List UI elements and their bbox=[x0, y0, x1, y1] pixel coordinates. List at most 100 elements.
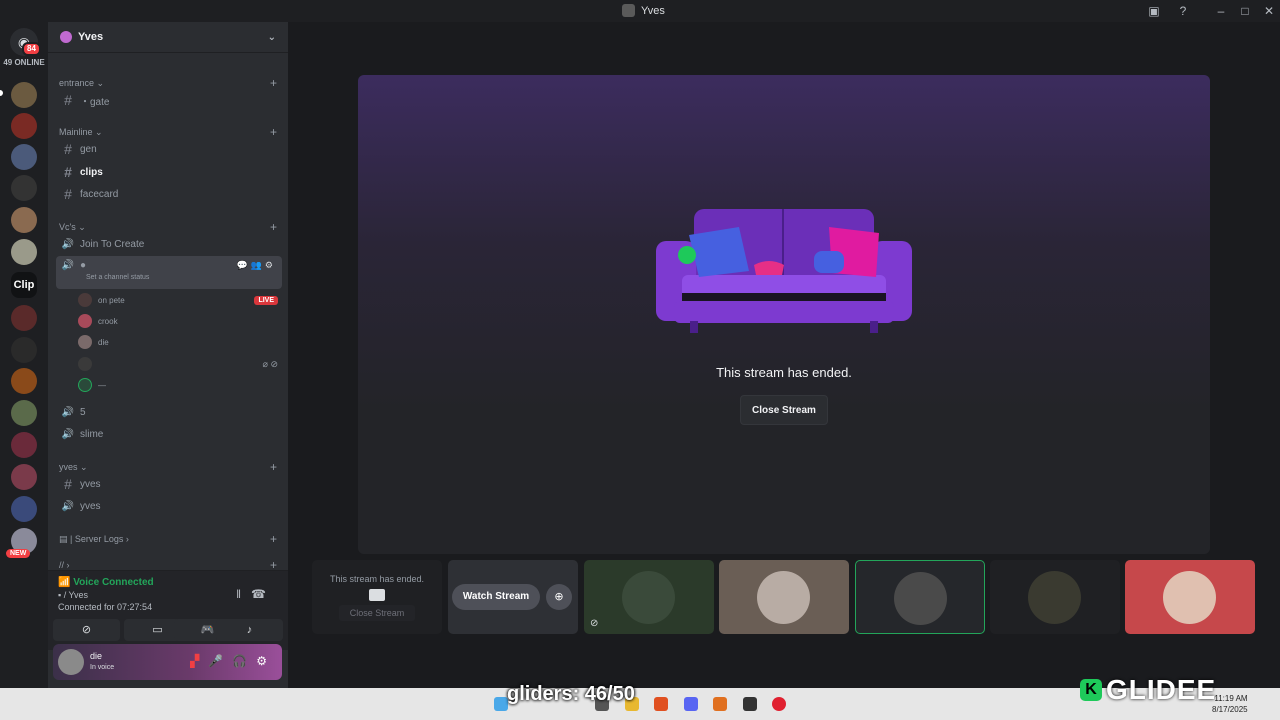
server-icon-chicago[interactable] bbox=[11, 175, 37, 201]
tile-close-stream-button[interactable]: Close Stream bbox=[339, 605, 415, 621]
user-panel[interactable]: die In voice ▞🎤🎧⚙ bbox=[53, 644, 282, 680]
noise-suppression-icon[interactable]: ‖ bbox=[236, 587, 251, 601]
server-icon-12[interactable] bbox=[11, 432, 37, 458]
start-icon[interactable] bbox=[494, 697, 508, 711]
channel-facecard[interactable]: # facecard bbox=[56, 184, 282, 204]
participant-tile[interactable] bbox=[719, 560, 849, 634]
soundboard-icon: ♪ bbox=[246, 624, 253, 636]
server-icon-10[interactable] bbox=[11, 368, 37, 394]
headphones-icon[interactable]: 🎧 bbox=[232, 654, 256, 668]
participant-avatar bbox=[757, 571, 810, 624]
channel-join-to-create[interactable]: 🔊 Join To Create bbox=[56, 234, 282, 254]
voice-location[interactable]: ▪ / Yves bbox=[58, 590, 88, 600]
tile-ended-message: This stream has ended. bbox=[329, 574, 425, 584]
server-badge-icon bbox=[60, 31, 72, 43]
add-channel-icon[interactable]: + bbox=[270, 220, 277, 234]
category-mainline[interactable]: Mainline ⌄ + bbox=[59, 125, 277, 139]
server-header[interactable]: Yves ⌄ bbox=[48, 22, 288, 53]
channel-slime[interactable]: 🔊 slime bbox=[56, 424, 282, 444]
server-rail: ◉ 84 49 ONLINE Clip NEW bbox=[0, 22, 48, 688]
server-icon-11[interactable] bbox=[11, 400, 37, 426]
title-bar: Yves ▣ ? – □ ✕ bbox=[0, 0, 1280, 22]
game-activity-icon[interactable]: ▞ bbox=[190, 654, 208, 668]
server-icon-3[interactable] bbox=[11, 144, 37, 170]
voice-member[interactable]: on pete LIVE bbox=[78, 291, 278, 309]
connected-timer: Connected for 07:27:54 bbox=[58, 602, 153, 612]
system-clock[interactable]: 11:19 AM 8/17/2025 bbox=[1212, 693, 1248, 715]
app-icon[interactable] bbox=[713, 697, 727, 711]
channel-gate[interactable]: # ・gate bbox=[56, 90, 282, 110]
settings-gear-icon[interactable]: ⚙ bbox=[256, 654, 276, 668]
speaker-icon: 🔊 bbox=[61, 406, 75, 418]
glidee-watermark: K GLIDEE bbox=[1080, 674, 1216, 706]
participant-tile-speaking[interactable] bbox=[855, 560, 985, 634]
server-icon-clip[interactable]: Clip bbox=[11, 272, 37, 298]
microphone-icon[interactable]: 🎤 bbox=[208, 654, 232, 668]
channel-yves-text[interactable]: # yves bbox=[56, 474, 282, 494]
opera-icon[interactable] bbox=[772, 697, 786, 711]
inbox-icon[interactable]: ▣ bbox=[1146, 3, 1162, 19]
brave-icon[interactable] bbox=[654, 697, 668, 711]
close-icon[interactable]: ✕ bbox=[1261, 3, 1277, 19]
add-stream-icon: ⊕ bbox=[554, 591, 564, 603]
add-channel-icon[interactable]: + bbox=[270, 460, 277, 474]
category-vcs[interactable]: Vc's ⌄ + bbox=[59, 220, 277, 234]
participant-tile[interactable] bbox=[1125, 560, 1255, 634]
discord-taskbar-icon[interactable] bbox=[684, 697, 698, 711]
user-avatar[interactable] bbox=[58, 649, 84, 675]
stream-stage: This stream has ended. Close Stream bbox=[358, 75, 1210, 554]
logs-icon: ▤ bbox=[59, 533, 71, 544]
watch-stream-button[interactable]: Watch Stream bbox=[452, 584, 540, 610]
voice-connected-status[interactable]: 📶 Voice Connected bbox=[58, 577, 154, 588]
help-icon[interactable]: ? bbox=[1175, 3, 1191, 19]
channel-yves-voice[interactable]: 🔊 yves bbox=[56, 496, 282, 516]
server-icon-9[interactable] bbox=[11, 337, 37, 363]
monitor-icon bbox=[369, 589, 385, 601]
camera-off-button[interactable]: ⊘ bbox=[53, 619, 120, 641]
server-icon-13[interactable] bbox=[11, 464, 37, 490]
hash-icon: # bbox=[64, 186, 72, 202]
stream-ended-message: This stream has ended. bbox=[716, 365, 852, 380]
voice-channel-selected[interactable]: 🔊 ● 💬👥⚙ Set a channel status bbox=[56, 256, 282, 289]
maximize-icon[interactable]: □ bbox=[1237, 3, 1253, 19]
disconnect-icon[interactable]: ☎ bbox=[251, 587, 276, 601]
server-icon-5[interactable] bbox=[11, 207, 37, 233]
category-yves[interactable]: yves ⌄ + bbox=[59, 460, 277, 474]
user-state: In voice bbox=[90, 664, 115, 671]
avatar bbox=[78, 314, 92, 328]
server-icon-1[interactable] bbox=[11, 82, 37, 108]
category-server-logs[interactable]: ▤ | Server Logs › + bbox=[59, 532, 277, 546]
server-icon-14[interactable] bbox=[11, 496, 37, 522]
server-icon-2[interactable] bbox=[11, 113, 37, 139]
voice-member[interactable]: die bbox=[78, 333, 278, 351]
set-channel-status[interactable]: Set a channel status bbox=[86, 274, 149, 281]
server-icon-6[interactable] bbox=[11, 239, 37, 265]
voice-member[interactable]: ⌀ ⊘ bbox=[78, 355, 278, 373]
participant-tile[interactable]: ⊘ bbox=[584, 560, 714, 634]
participant-tile[interactable] bbox=[990, 560, 1120, 634]
participant-avatar bbox=[1163, 571, 1216, 624]
soundboard-button[interactable]: ♪ bbox=[216, 619, 283, 641]
steam-icon[interactable] bbox=[743, 697, 757, 711]
channel-5[interactable]: 🔊 5 bbox=[56, 402, 282, 422]
voice-member[interactable]: — bbox=[78, 376, 278, 394]
voice-stage-area: This stream has ended. Close Stream This… bbox=[288, 22, 1280, 688]
participant-avatar bbox=[622, 571, 675, 624]
watch-stream-tile[interactable]: Watch Stream ⊕ bbox=[448, 560, 578, 634]
close-stream-button[interactable]: Close Stream bbox=[740, 395, 828, 425]
user-name: die bbox=[90, 651, 103, 661]
voice-member[interactable]: crook bbox=[78, 312, 278, 330]
server-icon-windy-city[interactable] bbox=[11, 305, 37, 331]
minimize-icon[interactable]: – bbox=[1213, 3, 1229, 19]
add-channel-icon[interactable]: + bbox=[270, 76, 277, 90]
couch-illustration bbox=[656, 209, 912, 333]
popout-stream-button[interactable]: ⊕ bbox=[546, 584, 572, 610]
add-channel-icon[interactable]: + bbox=[270, 125, 277, 139]
ended-stream-tile[interactable]: This stream has ended. Close Stream bbox=[312, 560, 442, 634]
category-entrance[interactable]: entrance ⌄ + bbox=[59, 76, 277, 90]
add-channel-icon[interactable]: + bbox=[270, 532, 277, 546]
channel-tools[interactable]: 💬👥⚙ bbox=[237, 260, 276, 271]
channel-gen[interactable]: # gen bbox=[56, 139, 282, 159]
window-title: Yves bbox=[622, 4, 665, 17]
channel-clips[interactable]: # clips bbox=[56, 162, 282, 182]
